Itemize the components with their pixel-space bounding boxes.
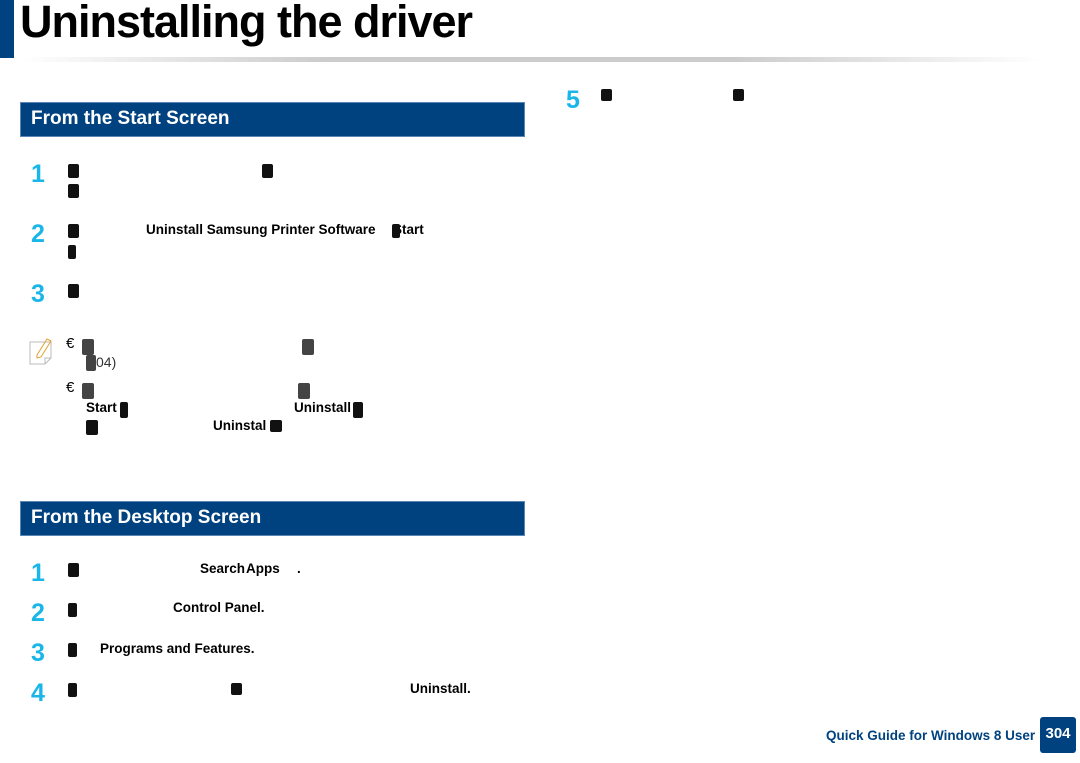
garbled-glyph	[68, 164, 79, 178]
section-heading: From the Start Screen	[31, 108, 230, 129]
step-number: 1	[31, 160, 45, 188]
garbled-glyph	[262, 164, 273, 178]
step-number: 2	[31, 599, 45, 627]
page-title: Uninstalling the driver	[20, 0, 473, 47]
garbled-glyph	[68, 683, 77, 697]
garbled-glyph	[86, 355, 96, 371]
section-header-desktop-screen: From the Desktop Screen	[20, 501, 525, 536]
guide-label: Quick Guide for Windows 8 User	[826, 728, 1036, 743]
garbled-glyph	[68, 563, 79, 577]
garbled-glyph	[68, 224, 79, 238]
step-number: 5	[566, 86, 580, 114]
bold-term: Apps	[246, 561, 280, 576]
garbled-glyph	[302, 339, 314, 355]
bold-term: Uninstal	[213, 418, 267, 433]
step-number: 2	[31, 220, 45, 248]
garbled-glyph	[601, 89, 612, 101]
section-heading: From the Desktop Screen	[31, 507, 262, 528]
note-icon	[29, 338, 52, 365]
bold-term: Control Panel.	[173, 600, 265, 615]
garbled-glyph	[298, 383, 310, 399]
garbled-glyph	[68, 284, 79, 298]
bullet: €	[66, 335, 75, 352]
garbled-glyph	[68, 184, 79, 198]
bold-term: Uninstall Samsung Printer Software	[146, 222, 376, 237]
garbled-glyph	[733, 89, 744, 101]
step-number: 4	[31, 679, 45, 707]
page-number: 304	[1040, 717, 1076, 753]
garbled-glyph	[353, 402, 363, 418]
garbled-glyph	[68, 245, 76, 259]
garbled-glyph	[231, 683, 242, 695]
bold-term: Uninstall	[294, 400, 352, 415]
garbled-glyph	[68, 603, 77, 617]
section-header-start-screen: From the Start Screen	[20, 102, 525, 137]
garbled-glyph	[82, 339, 94, 355]
bold-term: Start	[86, 400, 117, 415]
bullet: €	[66, 379, 75, 396]
garbled-glyph	[86, 420, 98, 435]
garbled-glyph	[270, 420, 282, 432]
bold-term: Programs and Features.	[100, 641, 255, 656]
note-text: 04)	[96, 354, 117, 370]
step-number: 3	[31, 280, 45, 308]
title-divider	[20, 57, 1040, 62]
garbled-glyph	[120, 402, 128, 418]
garbled-glyph	[82, 383, 94, 399]
garbled-glyph	[68, 643, 77, 657]
bold-term: Search	[200, 561, 246, 576]
punctuation: .	[297, 561, 301, 576]
step-number: 3	[31, 639, 45, 667]
bold-term: Uninstall.	[410, 681, 471, 696]
garbled-glyph	[392, 224, 400, 238]
step-number: 1	[31, 559, 45, 587]
title-accent-bar	[0, 0, 14, 58]
